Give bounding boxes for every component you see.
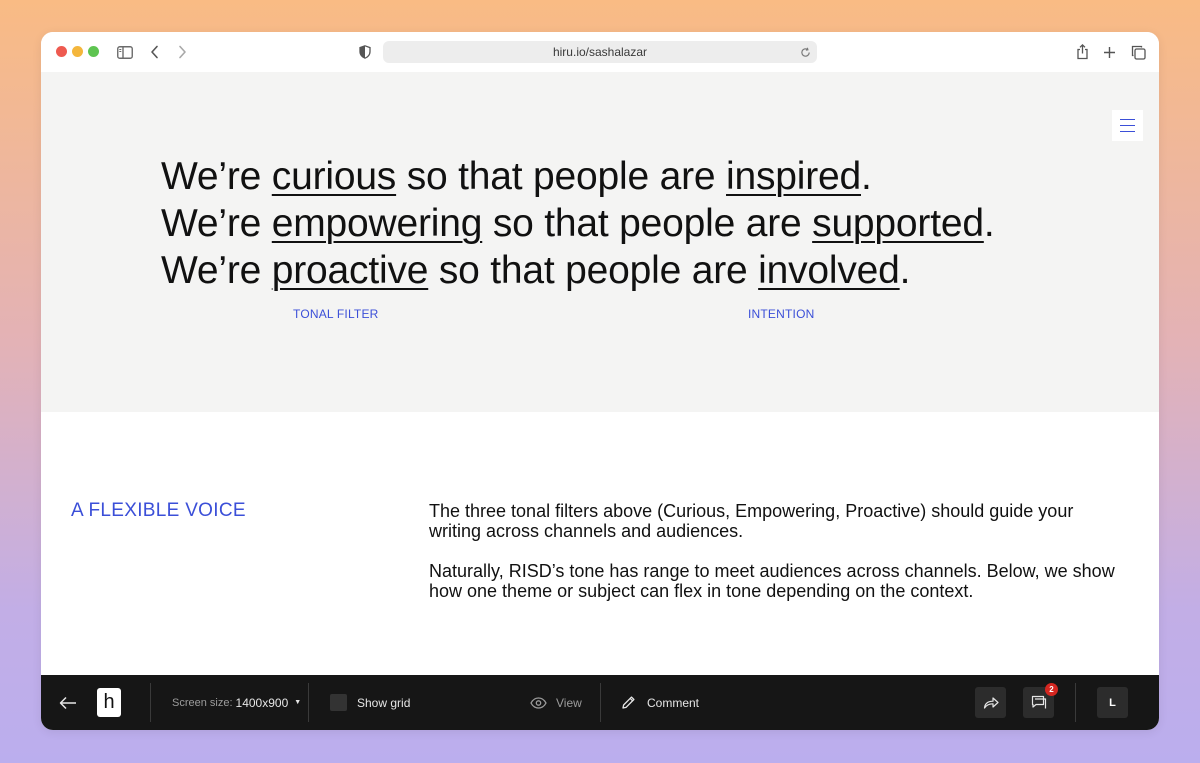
browser-window: hiru.io/sashalazar We’re curious so that… (41, 32, 1159, 730)
tonal-filter-word: curious (271, 155, 397, 198)
url-text: hiru.io/sashalazar (552, 45, 648, 59)
divider (308, 683, 309, 722)
comment-label: Comment (647, 695, 700, 710)
comments-icon (1031, 695, 1046, 709)
intention-word: inspired (726, 155, 861, 198)
intention-word: involved (758, 249, 900, 292)
tonal-statements: We’re curious so that people are inspire… (161, 153, 995, 294)
share-button[interactable] (975, 687, 1006, 718)
browser-toolbar: hiru.io/sashalazar (41, 32, 1159, 72)
intention-caption: INTENTION (748, 307, 815, 321)
hiru-logo[interactable]: h (97, 688, 121, 717)
pencil-icon (622, 696, 635, 709)
menu-button[interactable] (1112, 110, 1143, 141)
hamburger-icon (1120, 118, 1135, 133)
tonal-statement: We’re proactive so that people are invol… (161, 249, 911, 292)
tonal-filter-word: proactive (271, 249, 429, 292)
tonal-filter-caption: TONAL FILTER (293, 307, 379, 321)
address-bar[interactable]: hiru.io/sashalazar (383, 41, 817, 63)
tonal-filter-word: empowering (271, 202, 483, 245)
divider (600, 683, 601, 722)
screen-size-label: Screen size: (172, 696, 233, 709)
body-paragraph: Naturally, RISD’s tone has range to meet… (429, 561, 1115, 601)
intention-word: supported (812, 202, 984, 245)
eye-icon (530, 696, 547, 709)
share-icon[interactable] (1071, 41, 1093, 63)
tonal-hero-section: We’re curious so that people are inspire… (41, 72, 1159, 412)
show-grid-checkbox[interactable] (330, 694, 347, 711)
caret-down-icon: ▼ (294, 699, 302, 706)
body-paragraph: The three tonal filters above (Curious, … (429, 501, 1074, 541)
maximize-window-button[interactable] (88, 46, 99, 57)
section-body: The three tonal filters above (Curious, … (429, 501, 1129, 621)
tonal-statement: We’re curious so that people are inspire… (161, 155, 872, 198)
reload-icon[interactable] (797, 44, 813, 60)
divider (1075, 683, 1076, 722)
forward-icon[interactable] (171, 41, 193, 63)
divider (150, 683, 151, 722)
section-title: A FLEXIBLE VOICE (71, 500, 246, 521)
new-tab-icon[interactable] (1098, 41, 1120, 63)
user-avatar[interactable]: L (1097, 687, 1128, 718)
tonal-statement: We’re empowering so that people are supp… (161, 202, 995, 245)
view-button[interactable]: View (530, 675, 582, 730)
view-label: View (556, 695, 582, 710)
screen-size-value: 1400x900 (235, 695, 289, 710)
shield-icon[interactable] (354, 41, 376, 63)
tabs-icon[interactable] (1127, 41, 1149, 63)
share-arrow-icon (983, 697, 999, 709)
minimize-window-button[interactable] (72, 46, 83, 57)
sidebar-icon[interactable] (114, 41, 136, 63)
comment-button[interactable]: Comment (621, 675, 699, 730)
comment-count-badge: 2 (1045, 683, 1058, 696)
screen-size-selector[interactable]: Screen size: 1400x900 ▼ (172, 675, 301, 730)
close-window-button[interactable] (56, 46, 67, 57)
presentation-toolbar: h Screen size: 1400x900 ▼ Show grid View… (41, 675, 1159, 730)
show-grid-label[interactable]: Show grid (357, 675, 410, 730)
back-icon[interactable] (144, 41, 166, 63)
exit-arrow-icon[interactable] (59, 675, 77, 730)
